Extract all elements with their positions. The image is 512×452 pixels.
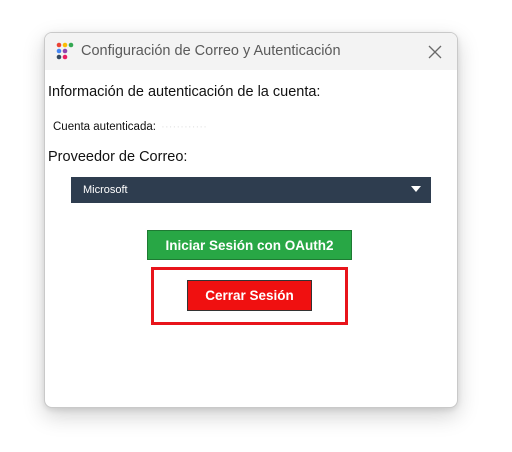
oauth-login-button[interactable]: Iniciar Sesión con OAuth2 xyxy=(147,230,352,260)
close-button[interactable] xyxy=(421,39,449,65)
provider-label: Proveedor de Correo: xyxy=(48,149,188,165)
account-label: Cuenta autenticada: xyxy=(53,121,156,133)
provider-select[interactable]: Microsoft xyxy=(71,177,431,203)
close-icon[interactable] xyxy=(428,45,442,59)
logout-button[interactable]: Cerrar Sesión xyxy=(187,280,312,311)
account-value: ············ xyxy=(161,121,207,133)
auth-info-heading: Información de autenticación de la cuent… xyxy=(48,84,321,100)
title-bar: Configuración de Correo y Autenticación xyxy=(45,33,457,70)
config-dialog: Configuración de Correo y Autenticación … xyxy=(44,32,458,408)
window-title: Configuración de Correo y Autenticación xyxy=(81,43,341,59)
dropdown-arrow-icon[interactable] xyxy=(411,186,421,192)
app-dots-icon xyxy=(56,42,74,60)
provider-selected-value: Microsoft xyxy=(83,184,128,196)
